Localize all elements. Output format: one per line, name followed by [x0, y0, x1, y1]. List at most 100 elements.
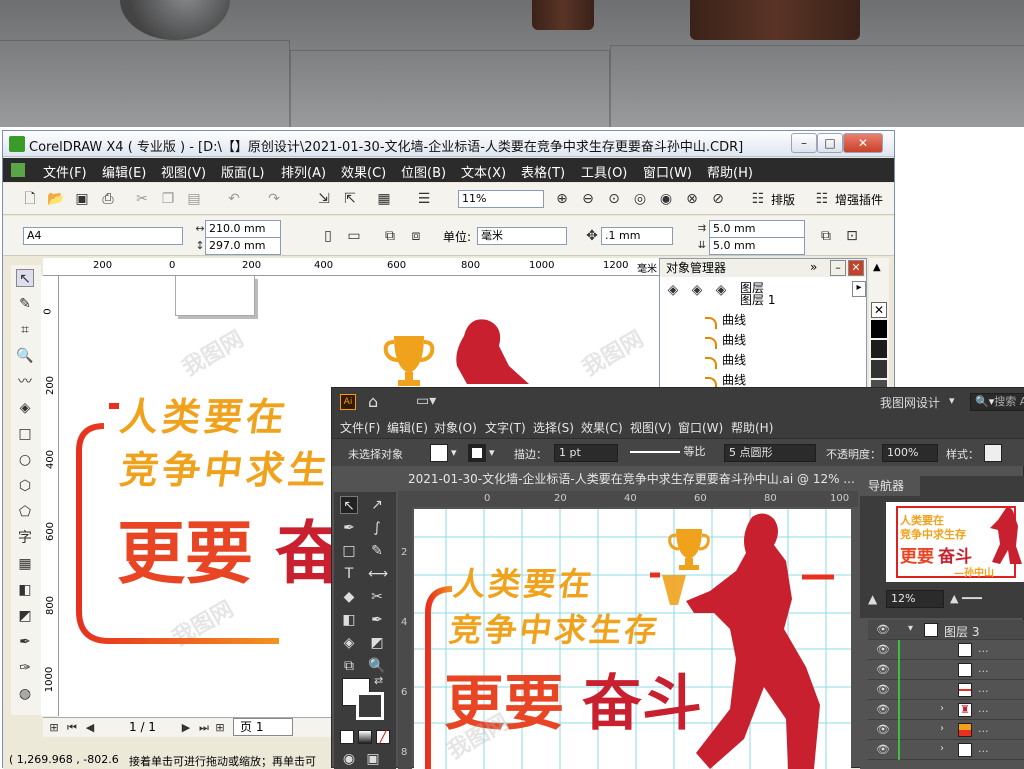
freehand-tool-icon[interactable]: 〰: [16, 373, 34, 391]
menu-help[interactable]: 帮助(H): [707, 162, 753, 181]
visibility-eye-icon[interactable]: 👁: [876, 743, 890, 756]
next-page-icon[interactable]: ▶: [177, 719, 195, 737]
ai-menu-window[interactable]: 窗口(W): [678, 419, 723, 436]
menu-table[interactable]: 表格(T): [521, 162, 565, 181]
style-swatch[interactable]: [984, 444, 1002, 462]
cut-icon[interactable]: ✂: [133, 190, 151, 208]
page-width-field[interactable]: 210.0 mm: [205, 220, 281, 238]
paintbrush-tool-icon[interactable]: ✎: [368, 542, 386, 560]
curvature-tool-icon[interactable]: ∫: [368, 519, 386, 537]
expand-chevron-icon[interactable]: ›: [940, 703, 944, 714]
menu-tools[interactable]: 工具(O): [581, 162, 627, 181]
visibility-eye-icon[interactable]: 👁: [876, 723, 890, 736]
ellipse-tool-icon[interactable]: ○: [16, 451, 34, 469]
expand-chevron-icon[interactable]: ›: [940, 723, 944, 734]
shape-tool-icon[interactable]: ✎: [16, 295, 34, 313]
fill-chevron-icon[interactable]: ▾: [451, 446, 457, 459]
ai-menu-type[interactable]: 文字(T): [485, 419, 526, 436]
stroke-weight-field[interactable]: 1 pt: [554, 444, 618, 462]
duplicate-y-field[interactable]: 5.0 mm: [709, 237, 805, 255]
live-paint-icon[interactable]: ◩: [368, 634, 386, 652]
document-tab[interactable]: 2021-01-30-文化墙-企业标语-人类要在竞争中求生存更要奋斗孙中山.ai…: [398, 468, 858, 490]
ai-menu-help[interactable]: 帮助(H): [731, 419, 773, 436]
menu-effects[interactable]: 效果(C): [341, 162, 386, 181]
edit-across-layers-icon[interactable]: ◈: [688, 281, 706, 299]
zoom-tool-icon[interactable]: 🔍: [16, 347, 34, 365]
redo-icon[interactable]: ↷: [265, 190, 283, 208]
maximize-button[interactable]: □: [817, 133, 843, 153]
print-icon[interactable]: ⎙: [99, 190, 117, 208]
menu-view[interactable]: 视图(V): [161, 162, 206, 181]
save-icon[interactable]: ▣: [73, 190, 91, 208]
crop-tool-icon[interactable]: ⌗: [16, 321, 34, 339]
portrait-icon[interactable]: ▯: [319, 227, 337, 245]
zoom-selected-icon[interactable]: ⊙: [605, 190, 623, 208]
draw-mode-icon[interactable]: ◉: [340, 750, 358, 768]
sublayer-row[interactable]: 👁 ...: [868, 680, 1024, 700]
polygon-tool-icon[interactable]: ⬡: [16, 477, 34, 495]
ai-zoom-tool-icon[interactable]: 🔍: [368, 657, 386, 675]
sublayer-row[interactable]: 👁 › ...: [868, 740, 1024, 760]
screen-mode-icon[interactable]: ▣: [364, 750, 382, 768]
stroke-swatch[interactable]: [468, 444, 486, 462]
gradient-mode-icon[interactable]: [358, 730, 372, 744]
workspace-switcher[interactable]: 我图网设计: [880, 394, 940, 411]
outline-pen-icon[interactable]: ✑: [16, 659, 34, 677]
nudge-field[interactable]: .1 mm: [601, 227, 673, 245]
sublayer-row[interactable]: 👁 › ♜ ...: [868, 700, 1024, 720]
ai-menu-effect[interactable]: 效果(C): [581, 419, 623, 436]
close-docker-button[interactable]: ✕: [848, 260, 864, 276]
pen-tool-icon[interactable]: ✒: [340, 519, 358, 537]
ai-menu-file[interactable]: 文件(F): [340, 419, 380, 436]
expand-chevron-icon[interactable]: ▾: [908, 623, 913, 634]
expand-icon[interactable]: »: [810, 260, 817, 274]
ai-rectangle-tool-icon[interactable]: □: [340, 542, 358, 560]
menu-bitmaps[interactable]: 位图(B): [401, 162, 446, 181]
typeset-button[interactable]: 排版: [771, 191, 795, 208]
object-item[interactable]: 曲线: [722, 311, 746, 328]
snap-icon[interactable]: ⊡: [843, 227, 861, 245]
expand-chevron-icon[interactable]: ›: [940, 743, 944, 754]
zoom-height-icon[interactable]: ⊘: [709, 190, 727, 208]
import-icon[interactable]: ⇲: [315, 190, 333, 208]
zoom-out-mountain-icon[interactable]: ▲: [868, 592, 877, 606]
basic-shapes-icon[interactable]: ⬠: [16, 503, 34, 521]
object-item[interactable]: 曲线: [722, 371, 746, 388]
rectangle-tool-icon[interactable]: □: [16, 425, 34, 443]
eyedropper-icon[interactable]: ✒: [16, 633, 34, 651]
visibility-eye-icon[interactable]: 👁: [876, 703, 890, 716]
zoom-out-icon[interactable]: ⊖: [579, 190, 597, 208]
undo-icon[interactable]: ↶: [225, 190, 243, 208]
visibility-eye-icon[interactable]: 👁: [876, 623, 890, 636]
add-page-icon[interactable]: ⊞: [45, 719, 63, 737]
duplicate-x-field[interactable]: 5.0 mm: [709, 220, 805, 238]
color-swatch[interactable]: [871, 320, 887, 338]
sublayer-row[interactable]: 👁 ...: [868, 640, 1024, 660]
ai-menu-select[interactable]: 选择(S): [533, 419, 574, 436]
layer-row-main[interactable]: 👁 ▾ 图层 3: [868, 620, 1024, 640]
navigator-tab[interactable]: 导航器: [860, 476, 920, 496]
opacity-field[interactable]: 100%: [882, 444, 938, 462]
stroke-chevron-icon[interactable]: ▾: [489, 446, 495, 459]
all-pages-icon[interactable]: ⧉: [381, 227, 399, 245]
transparency-tool-icon[interactable]: ◩: [16, 607, 34, 625]
table-tool-icon[interactable]: ▦: [16, 555, 34, 573]
ai-menu-view[interactable]: 视图(V): [630, 419, 672, 436]
ai-menu-object[interactable]: 对象(O): [434, 419, 477, 436]
current-page-icon[interactable]: ⧈: [407, 227, 425, 245]
menu-layout[interactable]: 版面(L): [221, 162, 264, 181]
palette-scroll-up-icon[interactable]: ▲: [873, 262, 881, 273]
show-properties-icon[interactable]: ◈: [664, 281, 682, 299]
plugin-icon[interactable]: ☷: [813, 190, 831, 208]
welcome-icon[interactable]: ☰: [415, 190, 433, 208]
artboard-tool-icon[interactable]: ⧉: [340, 657, 358, 675]
menu-edit[interactable]: 编辑(E): [102, 162, 146, 181]
zoom-in-icon[interactable]: ⊕: [553, 190, 571, 208]
page-size-select[interactable]: A4: [23, 227, 183, 245]
typeset-icon[interactable]: ☷: [749, 190, 767, 208]
smart-fill-icon[interactable]: ◈: [16, 399, 34, 417]
swap-colors-icon[interactable]: ⇄: [374, 674, 383, 687]
zoom-slider-icon[interactable]: ▲ ━━━: [950, 592, 982, 605]
fill-tool-icon[interactable]: ◍: [16, 685, 34, 703]
menu-window[interactable]: 窗口(W): [643, 162, 692, 181]
